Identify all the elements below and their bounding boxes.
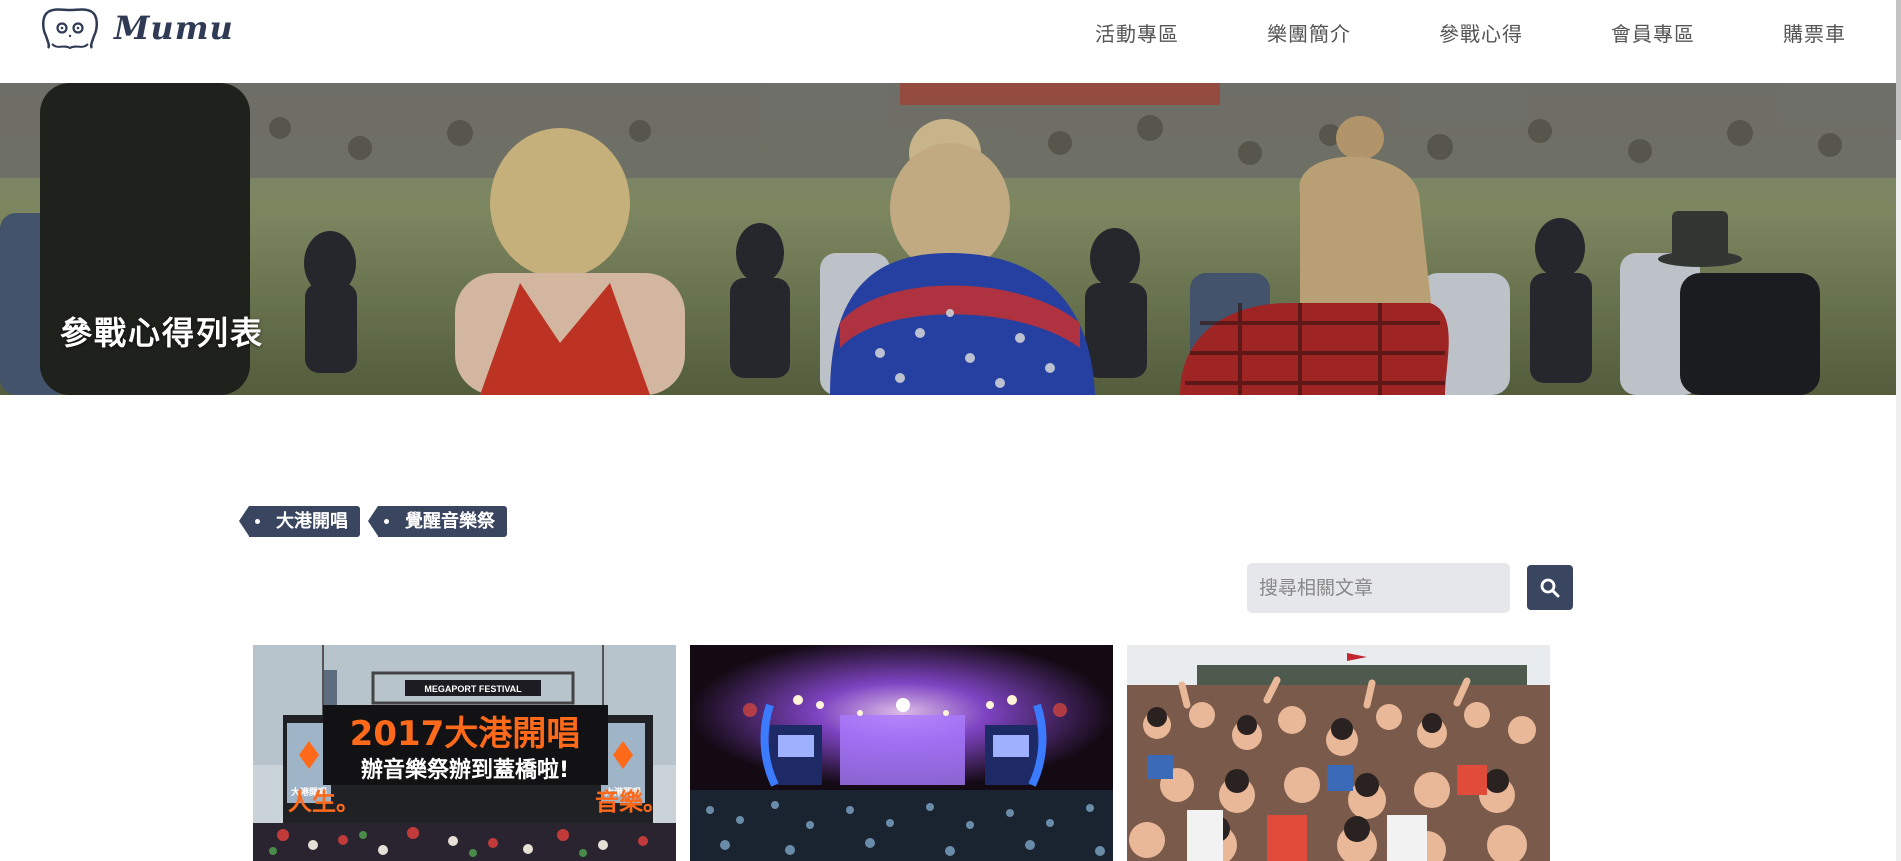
article-card-grid: MEGAPORT FESTIVAL 大港開唱 大港開唱 2017大港開唱 辦音樂… (253, 645, 1564, 861)
logo-mascot-icon (42, 8, 98, 50)
tag-megaport[interactable]: 大港開唱 (239, 506, 360, 537)
logo[interactable]: Mumu (40, 4, 234, 52)
article-card[interactable]: MEGAPORT FESTIVAL 大港開唱 大港開唱 2017大港開唱 辦音樂… (253, 645, 676, 861)
hero-title: 參戰心得列表 (60, 314, 265, 352)
nav-events[interactable]: 活動專區 (1095, 18, 1179, 50)
hero-image-festival-crowd (0, 83, 1896, 395)
hero-banner: 參戰心得列表 (0, 83, 1896, 395)
logo-text: Mumu (114, 9, 234, 47)
tag-wake-up-festival[interactable]: 覺醒音樂祭 (368, 506, 507, 537)
nav-bands[interactable]: 樂團簡介 (1267, 18, 1351, 50)
card-right-text: 音樂。 (595, 788, 667, 816)
article-card[interactable] (690, 645, 1113, 861)
megaport-festival-image: MEGAPORT FESTIVAL 大港開唱 大港開唱 2017大港開唱 辦音樂… (253, 645, 676, 861)
tag-list: 大港開唱 覺醒音樂祭 (239, 506, 525, 537)
nav-reviews[interactable]: 參戰心得 (1439, 18, 1523, 50)
banner-top-text: MEGAPORT FESTIVAL (424, 684, 522, 694)
search-input[interactable] (1247, 563, 1510, 613)
card-subline: 辦音樂祭辦到蓋橋啦! (361, 757, 569, 783)
search-icon (1540, 578, 1560, 597)
nav-cart[interactable]: 購票車 (1783, 18, 1846, 50)
festival-crowd-image (1127, 645, 1550, 861)
main-nav: 活動專區 樂團簡介 參戰心得 會員專區 購票車 (1007, 18, 1846, 50)
site-header: Mumu 活動專區 樂團簡介 參戰心得 會員專區 購票車 (0, 0, 1896, 83)
search-button[interactable] (1527, 565, 1573, 610)
scrollbar-thumb[interactable] (1896, 0, 1901, 140)
page-scrollbar[interactable] (1896, 0, 1901, 861)
night-concert-image (690, 645, 1113, 861)
nav-members[interactable]: 會員專區 (1611, 18, 1695, 50)
article-card[interactable] (1127, 645, 1550, 861)
card-left-text: 人生。 (288, 788, 360, 816)
card-headline: 2017大港開唱 (350, 714, 581, 754)
